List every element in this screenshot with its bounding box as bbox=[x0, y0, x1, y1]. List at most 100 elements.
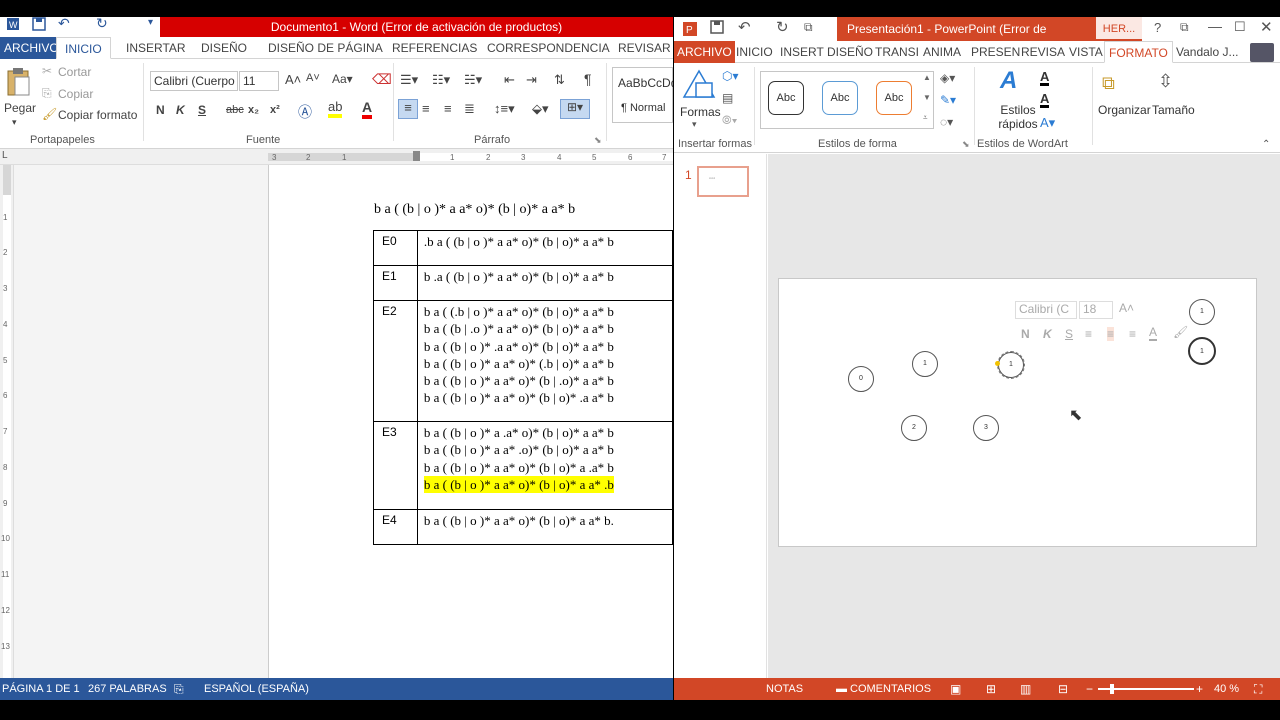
sort-icon[interactable]: ⇅ bbox=[554, 72, 565, 88]
organize-label[interactable]: Organizar bbox=[1098, 103, 1151, 117]
borders-icon[interactable]: ⊞▾ bbox=[560, 99, 590, 119]
bullets-icon[interactable]: ☰▾ bbox=[400, 72, 418, 88]
shape-style-orange[interactable]: Abc bbox=[876, 81, 912, 115]
paste-icon[interactable] bbox=[6, 67, 32, 100]
zoom-out-icon[interactable]: − bbox=[1086, 678, 1093, 700]
tab-diseno[interactable]: DISEÑO bbox=[201, 37, 247, 59]
zoom-in-icon[interactable]: + bbox=[1196, 678, 1203, 700]
mini-align-right-icon[interactable]: ≡ bbox=[1129, 327, 1136, 341]
states-table[interactable]: E0 .b a ( (b | o )* a a* o)* (b | o)* a a… bbox=[373, 230, 673, 545]
zoom-level[interactable]: 40 % bbox=[1214, 678, 1239, 700]
shape-outline-icon[interactable]: ✎▾ bbox=[940, 93, 956, 107]
close-icon[interactable]: ✕ bbox=[1260, 18, 1273, 36]
tab-selector-icon[interactable]: L bbox=[2, 150, 8, 161]
collapse-ribbon-icon[interactable]: ⌃ bbox=[1262, 139, 1270, 150]
redo-icon[interactable]: ↻ bbox=[96, 17, 108, 32]
strikethrough-button[interactable]: abc bbox=[226, 104, 244, 116]
quick-styles-label[interactable]: Estilos rápidos bbox=[996, 103, 1040, 131]
customize-qat-icon[interactable]: ▾ bbox=[148, 17, 153, 28]
shape-fill-icon[interactable]: ◈▾ bbox=[940, 71, 955, 85]
shapes-label[interactable]: Formas bbox=[680, 105, 721, 119]
edit-shape-icon[interactable]: ⬡▾ bbox=[722, 69, 739, 83]
wordart-icon[interactable]: A bbox=[1000, 67, 1017, 95]
ppt-tab-archivo[interactable]: ARCHIVO bbox=[674, 41, 735, 63]
minimize-icon[interactable]: — bbox=[1208, 18, 1222, 34]
mini-painter-icon[interactable]: 🖌 bbox=[1173, 325, 1188, 339]
tab-referencias[interactable]: REFERENCIAS bbox=[392, 37, 477, 59]
change-case-icon[interactable]: Aa▾ bbox=[332, 72, 353, 86]
superscript-button[interactable]: x² bbox=[270, 104, 280, 116]
shape-styles-launcher-icon[interactable]: ⬊ bbox=[962, 139, 970, 150]
size-icon[interactable]: ⇳ bbox=[1158, 71, 1173, 92]
state-circle[interactable]: 0 bbox=[848, 366, 874, 392]
comments-button[interactable]: COMENTARIOS bbox=[850, 678, 931, 700]
align-left-icon[interactable]: ≡ bbox=[398, 99, 418, 119]
line-spacing-icon[interactable]: ↕≡▾ bbox=[494, 101, 515, 117]
tools-context-tab[interactable]: HER... bbox=[1096, 17, 1142, 41]
slide-thumbnail[interactable]: ◦◦◦ bbox=[697, 166, 749, 197]
maximize-icon[interactable]: ☐ bbox=[1234, 19, 1246, 35]
ppt-tab-transi[interactable]: TRANSI bbox=[875, 41, 919, 63]
ppt-tab-vista[interactable]: VISTA bbox=[1069, 41, 1103, 63]
text-box-icon[interactable]: ▤ bbox=[722, 91, 733, 105]
adjust-handle[interactable] bbox=[995, 361, 1000, 366]
ribbon-display-icon[interactable]: ⧉ bbox=[1180, 20, 1189, 35]
shading-icon[interactable]: ⬙▾ bbox=[532, 101, 549, 117]
horizontal-ruler[interactable]: 3 2 1 1 2 3 4 5 6 7 L bbox=[0, 149, 673, 165]
shapes-dropdown-icon[interactable]: ▾ bbox=[692, 119, 697, 130]
fit-slide-icon[interactable]: ⛶ bbox=[1254, 678, 1262, 700]
ppt-tab-insert[interactable]: INSERT bbox=[780, 41, 824, 63]
shape-style-blue[interactable]: Abc bbox=[822, 81, 858, 115]
highlight-color-icon[interactable]: ab bbox=[328, 99, 343, 118]
shape-style-dark[interactable]: Abc bbox=[768, 81, 804, 115]
tab-revisar[interactable]: REVISAR bbox=[618, 37, 671, 59]
ppt-tab-diseno[interactable]: DISEÑO bbox=[827, 41, 873, 63]
state-circle[interactable]: 1 bbox=[1189, 299, 1215, 325]
ppt-tab-revisa[interactable]: REVISA bbox=[1021, 41, 1065, 63]
copy-icon[interactable]: ⎘ bbox=[42, 86, 52, 101]
ppt-redo-icon[interactable]: ↻ bbox=[776, 18, 789, 36]
text-effects-icon[interactable]: A▾ bbox=[1040, 115, 1055, 131]
mini-italic-icon[interactable]: K bbox=[1043, 327, 1052, 341]
ppt-undo-icon[interactable]: ↶ bbox=[738, 18, 751, 36]
multilevel-list-icon[interactable]: ☵▾ bbox=[464, 72, 482, 88]
state-circle[interactable]: 2 bbox=[901, 415, 927, 441]
format-painter-button[interactable]: Copiar formato bbox=[58, 108, 137, 122]
increase-indent-icon[interactable]: ⇥ bbox=[526, 72, 537, 88]
grow-font-icon[interactable]: A˄ bbox=[285, 72, 301, 87]
gallery-up-icon[interactable]: ▲ bbox=[923, 73, 931, 82]
font-size-combo[interactable]: 11 bbox=[239, 71, 279, 91]
text-outline-icon[interactable]: A bbox=[1040, 92, 1050, 108]
mini-size-combo[interactable]: 18 bbox=[1079, 301, 1113, 319]
font-color-icon[interactable]: A bbox=[362, 99, 373, 119]
state-circle[interactable]: 3 bbox=[973, 415, 999, 441]
ppt-tab-presen[interactable]: PRESEN bbox=[971, 41, 1020, 63]
state-circle[interactable]: 1 bbox=[912, 351, 938, 377]
merge-shapes-icon[interactable]: ⦾▾ bbox=[722, 113, 737, 128]
word-count[interactable]: 267 PALABRAS bbox=[88, 678, 167, 700]
user-name[interactable]: Vandalo J... bbox=[1176, 41, 1238, 63]
tab-archivo[interactable]: ARCHIVO bbox=[0, 37, 63, 59]
mini-grow-icon[interactable]: A˄ bbox=[1119, 301, 1134, 315]
bold-button[interactable]: N bbox=[156, 103, 165, 117]
avatar[interactable] bbox=[1250, 43, 1274, 62]
pilcrow-icon[interactable]: ¶ bbox=[584, 71, 592, 87]
font-name-combo[interactable]: Calibri (Cuerpo bbox=[150, 71, 238, 91]
mini-font-color-icon[interactable]: A bbox=[1149, 325, 1158, 341]
regex-formula[interactable]: b a ( (b | o )* a a* o)* (b | o)* a a* b bbox=[374, 202, 575, 218]
reading-view-icon[interactable]: ▥ bbox=[1020, 678, 1031, 700]
italic-button[interactable]: K bbox=[176, 103, 185, 117]
underline-button[interactable]: S bbox=[198, 103, 206, 117]
cut-button[interactable]: Cortar bbox=[58, 65, 91, 79]
copy-button[interactable]: Copiar bbox=[58, 87, 93, 101]
language[interactable]: ESPAÑOL (ESPAÑA) bbox=[204, 678, 309, 700]
tab-correspondencia[interactable]: CORRESPONDENCIA bbox=[487, 37, 610, 59]
format-painter-icon[interactable]: 🖌 bbox=[42, 107, 57, 121]
save-icon[interactable] bbox=[32, 17, 46, 34]
gallery-down-icon[interactable]: ▼ bbox=[923, 93, 931, 102]
paste-dropdown-icon[interactable]: ▾ bbox=[12, 117, 17, 128]
justify-icon[interactable]: ≣ bbox=[464, 101, 475, 117]
slideshow-icon[interactable]: ⊟ bbox=[1058, 678, 1068, 700]
proofing-icon[interactable]: ⎘ bbox=[174, 678, 184, 700]
page-count[interactable]: PÁGINA 1 DE 1 bbox=[2, 678, 80, 700]
